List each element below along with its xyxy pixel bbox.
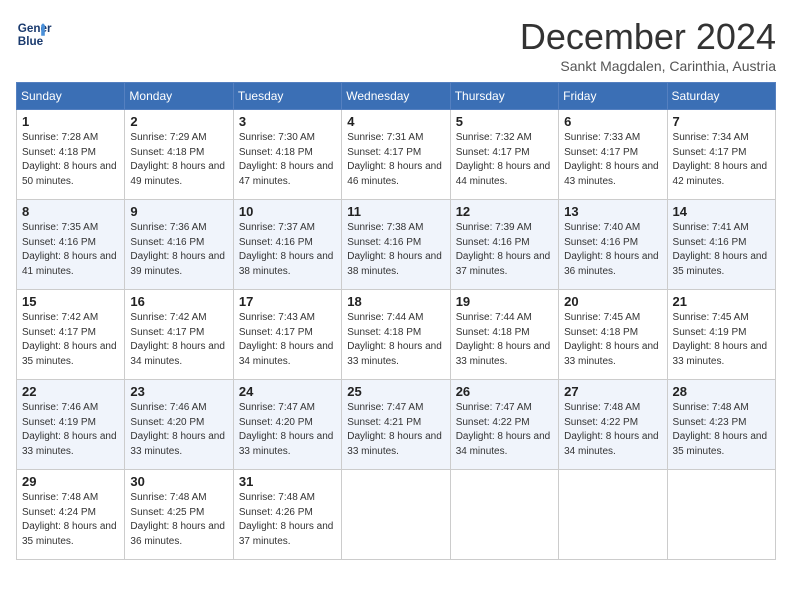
calendar-cell-16: 16Sunrise: 7:42 AMSunset: 4:17 PMDayligh… (125, 290, 233, 380)
logo: General Blue (16, 16, 52, 52)
svg-text:General: General (18, 22, 52, 35)
weekday-header-saturday: Saturday (667, 83, 775, 110)
calendar-cell-25: 25Sunrise: 7:47 AMSunset: 4:21 PMDayligh… (342, 380, 450, 470)
calendar-cell-21: 21Sunrise: 7:45 AMSunset: 4:19 PMDayligh… (667, 290, 775, 380)
calendar-cell-12: 12Sunrise: 7:39 AMSunset: 4:16 PMDayligh… (450, 200, 558, 290)
svg-text:Blue: Blue (18, 35, 44, 48)
weekday-header-friday: Friday (559, 83, 667, 110)
calendar-cell-empty-4-3 (342, 470, 450, 560)
calendar-cell-2: 2Sunrise: 7:29 AMSunset: 4:18 PMDaylight… (125, 110, 233, 200)
calendar-cell-18: 18Sunrise: 7:44 AMSunset: 4:18 PMDayligh… (342, 290, 450, 380)
month-title: December 2024 (520, 16, 776, 58)
calendar-cell-3: 3Sunrise: 7:30 AMSunset: 4:18 PMDaylight… (233, 110, 341, 200)
calendar-week-3: 15Sunrise: 7:42 AMSunset: 4:17 PMDayligh… (17, 290, 776, 380)
calendar-cell-19: 19Sunrise: 7:44 AMSunset: 4:18 PMDayligh… (450, 290, 558, 380)
calendar-cell-7: 7Sunrise: 7:34 AMSunset: 4:17 PMDaylight… (667, 110, 775, 200)
calendar-cell-10: 10Sunrise: 7:37 AMSunset: 4:16 PMDayligh… (233, 200, 341, 290)
calendar-cell-27: 27Sunrise: 7:48 AMSunset: 4:22 PMDayligh… (559, 380, 667, 470)
calendar-cell-13: 13Sunrise: 7:40 AMSunset: 4:16 PMDayligh… (559, 200, 667, 290)
calendar-cell-8: 8Sunrise: 7:35 AMSunset: 4:16 PMDaylight… (17, 200, 125, 290)
weekday-header-sunday: Sunday (17, 83, 125, 110)
calendar-table: SundayMondayTuesdayWednesdayThursdayFrid… (16, 82, 776, 560)
calendar-cell-4: 4Sunrise: 7:31 AMSunset: 4:17 PMDaylight… (342, 110, 450, 200)
calendar-week-5: 29Sunrise: 7:48 AMSunset: 4:24 PMDayligh… (17, 470, 776, 560)
weekday-header-thursday: Thursday (450, 83, 558, 110)
calendar-cell-empty-4-4 (450, 470, 558, 560)
calendar-cell-22: 22Sunrise: 7:46 AMSunset: 4:19 PMDayligh… (17, 380, 125, 470)
title-area: December 2024 Sankt Magdalen, Carinthia,… (520, 16, 776, 74)
calendar-cell-30: 30Sunrise: 7:48 AMSunset: 4:25 PMDayligh… (125, 470, 233, 560)
calendar-cell-23: 23Sunrise: 7:46 AMSunset: 4:20 PMDayligh… (125, 380, 233, 470)
weekday-header-row: SundayMondayTuesdayWednesdayThursdayFrid… (17, 83, 776, 110)
calendar-cell-26: 26Sunrise: 7:47 AMSunset: 4:22 PMDayligh… (450, 380, 558, 470)
calendar-week-1: 1Sunrise: 7:28 AMSunset: 4:18 PMDaylight… (17, 110, 776, 200)
calendar-cell-empty-4-6 (667, 470, 775, 560)
calendar-cell-24: 24Sunrise: 7:47 AMSunset: 4:20 PMDayligh… (233, 380, 341, 470)
logo-icon: General Blue (16, 16, 52, 52)
calendar-cell-15: 15Sunrise: 7:42 AMSunset: 4:17 PMDayligh… (17, 290, 125, 380)
calendar-cell-9: 9Sunrise: 7:36 AMSunset: 4:16 PMDaylight… (125, 200, 233, 290)
calendar-cell-11: 11Sunrise: 7:38 AMSunset: 4:16 PMDayligh… (342, 200, 450, 290)
calendar-cell-20: 20Sunrise: 7:45 AMSunset: 4:18 PMDayligh… (559, 290, 667, 380)
location-subtitle: Sankt Magdalen, Carinthia, Austria (520, 58, 776, 74)
calendar-cell-29: 29Sunrise: 7:48 AMSunset: 4:24 PMDayligh… (17, 470, 125, 560)
calendar-cell-14: 14Sunrise: 7:41 AMSunset: 4:16 PMDayligh… (667, 200, 775, 290)
weekday-header-wednesday: Wednesday (342, 83, 450, 110)
weekday-header-tuesday: Tuesday (233, 83, 341, 110)
calendar-week-2: 8Sunrise: 7:35 AMSunset: 4:16 PMDaylight… (17, 200, 776, 290)
calendar-cell-31: 31Sunrise: 7:48 AMSunset: 4:26 PMDayligh… (233, 470, 341, 560)
calendar-cell-1: 1Sunrise: 7:28 AMSunset: 4:18 PMDaylight… (17, 110, 125, 200)
calendar-cell-6: 6Sunrise: 7:33 AMSunset: 4:17 PMDaylight… (559, 110, 667, 200)
calendar-cell-17: 17Sunrise: 7:43 AMSunset: 4:17 PMDayligh… (233, 290, 341, 380)
calendar-cell-empty-4-5 (559, 470, 667, 560)
calendar-cell-5: 5Sunrise: 7:32 AMSunset: 4:17 PMDaylight… (450, 110, 558, 200)
calendar-cell-28: 28Sunrise: 7:48 AMSunset: 4:23 PMDayligh… (667, 380, 775, 470)
weekday-header-monday: Monday (125, 83, 233, 110)
calendar-week-4: 22Sunrise: 7:46 AMSunset: 4:19 PMDayligh… (17, 380, 776, 470)
page-header: General Blue December 2024 Sankt Magdale… (16, 16, 776, 74)
